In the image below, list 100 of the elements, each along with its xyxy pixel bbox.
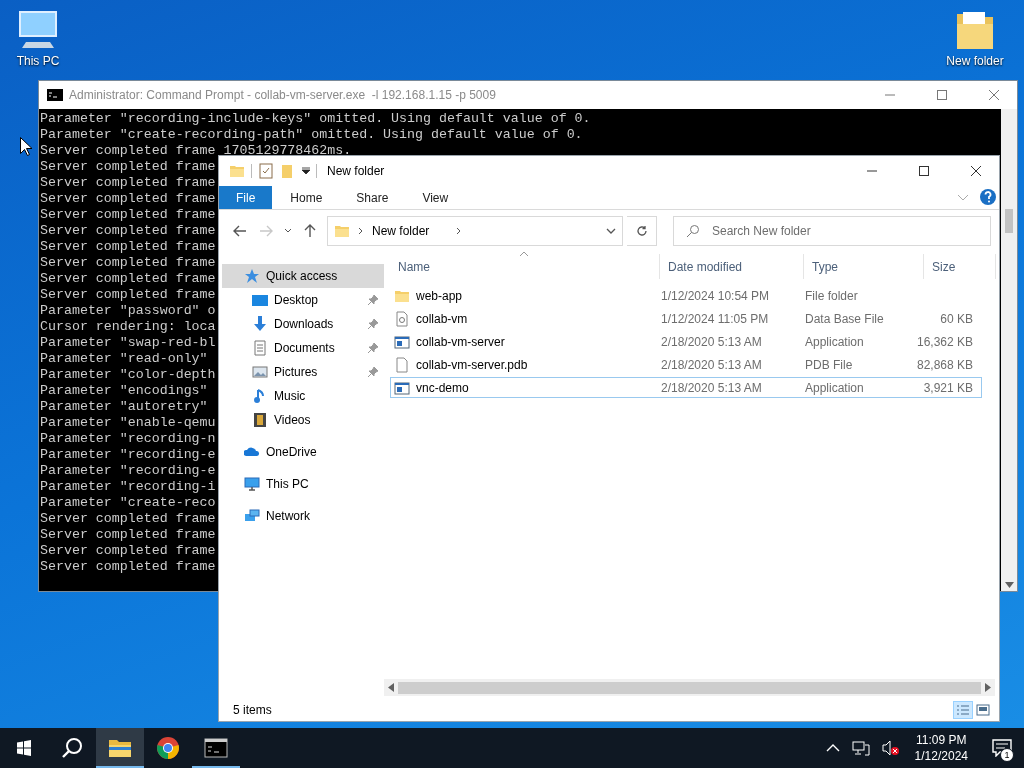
desktop-icon-label[interactable]: New folder <box>946 54 1004 68</box>
table-cell-text: PDB File <box>804 357 854 372</box>
back-arrow-icon <box>233 225 247 237</box>
ribbon-tab[interactable]: Share <box>340 186 405 209</box>
application-icon <box>394 379 410 396</box>
star-icon <box>244 268 260 284</box>
refresh-icon <box>635 225 648 237</box>
file-row[interactable]: collab-vm-server.pdb 2/18/2020 5:13 AM PDB File 82,868 KB <box>390 354 982 375</box>
console-line: Server completed frame <box>40 223 216 239</box>
console-line: Server completed frame <box>40 191 216 207</box>
console-line: Server completed frame <box>40 239 216 255</box>
nav-item[interactable]: This PC <box>222 472 384 496</box>
scrollbar[interactable] <box>1001 109 1017 591</box>
pin-icon <box>368 343 378 353</box>
file-row[interactable]: collab-vm 1/12/2024 11:05 PM Data Base File 60 KB <box>390 308 982 329</box>
folder-icon <box>229 163 245 179</box>
network-icon <box>851 740 870 756</box>
large-icons-button[interactable] <box>973 701 993 719</box>
console-line: Parameter "encodings" <box>40 383 208 399</box>
file-row[interactable]: web-app 1/12/2024 10:54 PM File folder <box>390 285 982 306</box>
notifications-button[interactable]: 1 <box>980 728 1024 768</box>
table-cell-text: 60 KB <box>939 311 974 326</box>
browser-icon <box>156 736 180 760</box>
ribbon-tab[interactable]: View <box>406 186 465 209</box>
refresh-button[interactable] <box>627 216 657 246</box>
column-header[interactable]: Date modified <box>660 254 804 279</box>
column-header[interactable]: Type <box>804 254 924 279</box>
search-field[interactable]: Search New folder <box>710 223 990 239</box>
checklist-icon[interactable] <box>258 163 274 179</box>
console-line: Parameter "password" o <box>40 303 216 319</box>
console-line: Parameter "recording-e <box>40 447 216 463</box>
table-cell-text: 3,921 KB <box>922 380 974 395</box>
clock[interactable]: 11:09 PM 1/12/2024 <box>908 728 974 768</box>
column-header[interactable]: Size <box>924 254 996 279</box>
pin-icon <box>368 319 378 329</box>
muted-speaker-icon <box>881 740 900 756</box>
console-line: Parameter "autoretry" <box>40 399 208 415</box>
network-icon <box>244 508 260 524</box>
folder-icon <box>108 738 132 758</box>
terminal-icon <box>204 738 228 758</box>
console-line: Parameter "color-depth <box>40 367 216 383</box>
table-cell-text: 16,362 KB <box>917 334 975 349</box>
nav-item[interactable]: Pictures <box>222 360 384 384</box>
scrollbar[interactable] <box>384 679 995 696</box>
nav-item[interactable]: Desktop <box>222 288 384 312</box>
search-bar[interactable]: Search New folder <box>673 216 991 246</box>
search-icon <box>61 737 83 759</box>
nav-item[interactable]: Videos <box>222 408 384 432</box>
file-row[interactable]: collab-vm-server 2/18/2020 5:13 AM Application 16,362 KB <box>390 331 982 352</box>
breadcrumb[interactable]: New folder <box>372 224 448 238</box>
terminal-icon <box>47 89 63 101</box>
ribbon-tab[interactable]: File <box>219 186 273 209</box>
details-view-icon <box>956 704 970 716</box>
console-line: Server completed frame <box>40 559 216 575</box>
nav-item[interactable]: OneDrive <box>222 440 384 464</box>
table-cell-text: 82,868 KB <box>917 357 975 372</box>
left-arrow-icon <box>388 683 394 692</box>
window-title: Administrator: Command Prompt - collab-vm-server.exe -l 192.168.1.15 -p 5009 <box>69 88 497 102</box>
dropdown-icon[interactable] <box>302 167 310 175</box>
address-bar[interactable]: New folder <box>327 216 623 246</box>
desktop-icon-label[interactable]: This PC <box>16 54 60 68</box>
mouse-cursor-icon <box>20 137 32 156</box>
console-line: Parameter "recording-include-keys" omitted. Using default value of 0. <box>40 111 591 127</box>
message-icon <box>992 739 1012 757</box>
computer-icon <box>244 476 260 492</box>
up-arrow-icon <box>304 224 316 238</box>
nav-item[interactable]: Music <box>222 384 384 408</box>
ribbon-tab[interactable]: Home <box>274 186 339 209</box>
table-cell-text: Application <box>804 334 865 349</box>
scroll-thumb[interactable] <box>398 681 981 694</box>
maximize-icon <box>937 90 947 100</box>
taskbar-app-button[interactable] <box>96 728 144 768</box>
nav-item[interactable]: Documents <box>222 336 384 360</box>
nav-item[interactable]: Quick access <box>222 264 384 288</box>
column-header[interactable]: Name <box>390 254 660 279</box>
nav-item[interactable]: Network <box>222 504 384 528</box>
picture-icon <box>252 364 268 380</box>
table-cell-text: Data Base File <box>804 311 885 326</box>
sort-up-icon <box>520 251 528 256</box>
large-icons-view-icon <box>976 704 990 716</box>
console-line: Server completed frame <box>40 543 216 559</box>
console-line: Parameter "swap-red-bl <box>40 335 216 351</box>
document-icon <box>252 340 268 356</box>
console-line: Server completed frame <box>40 175 216 191</box>
table-cell-text: 2/18/2020 5:13 AM <box>660 357 763 372</box>
help-icon[interactable] <box>979 186 997 208</box>
file-row[interactable]: vnc-demo 2/18/2020 5:13 AM Application 3,921 KB <box>390 377 982 398</box>
console-line: Parameter "read-only" <box>40 351 208 367</box>
application-icon <box>394 333 410 350</box>
scroll-thumb-icon <box>1005 209 1013 233</box>
close-icon <box>971 166 981 176</box>
window-title: New folder <box>327 164 386 178</box>
status-text: 5 items <box>233 703 273 717</box>
windows-logo-icon <box>16 740 32 756</box>
console-line: Cursor rendering: loca <box>40 319 216 335</box>
file-name: collab-vm <box>416 311 468 326</box>
file-name: collab-vm-server <box>416 334 505 349</box>
nav-item[interactable]: Downloads <box>222 312 384 336</box>
file-name: collab-vm-server.pdb <box>416 357 528 372</box>
console-line: Server completed frame <box>40 511 216 527</box>
